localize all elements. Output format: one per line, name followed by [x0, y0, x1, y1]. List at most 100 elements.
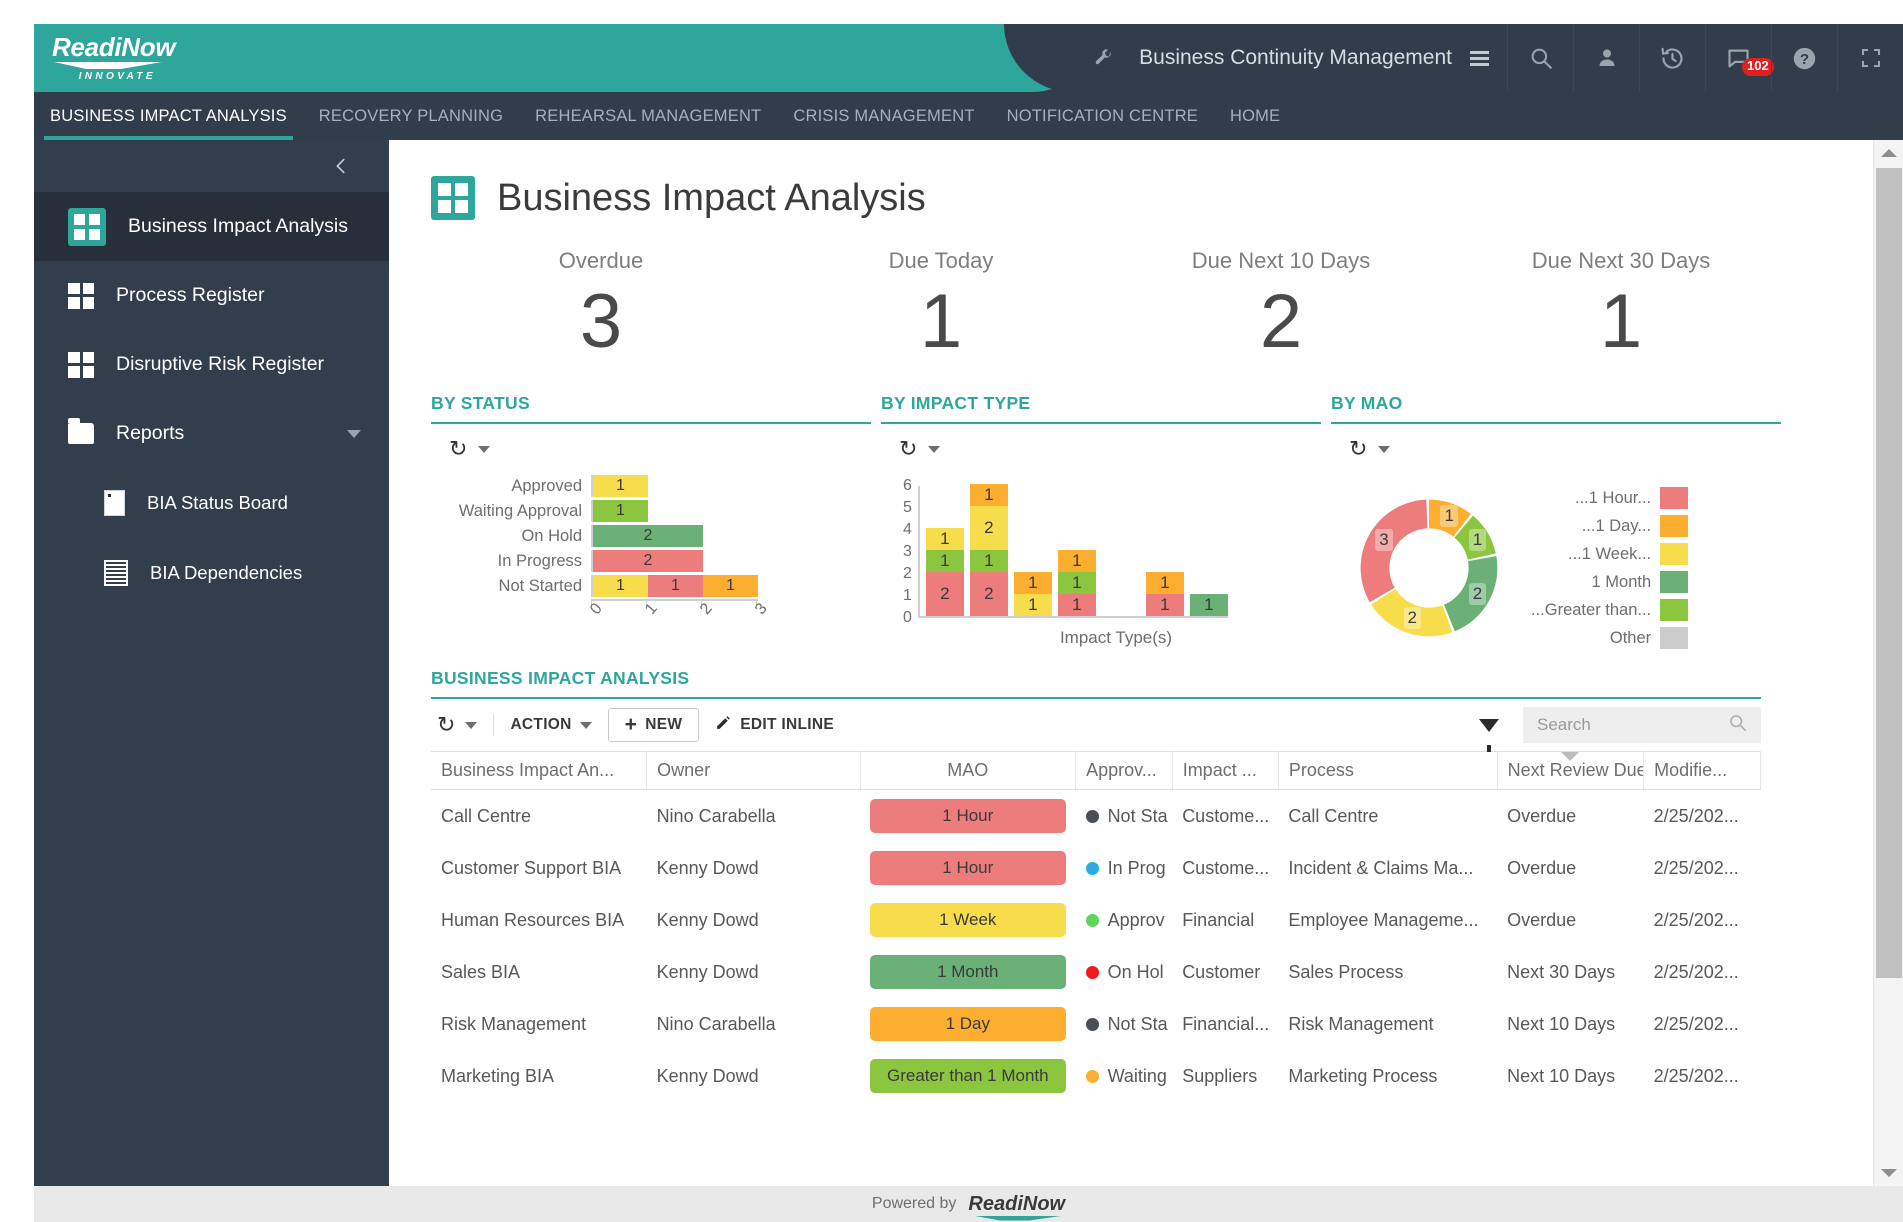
bar-segment[interactable]: 1 [925, 528, 964, 550]
nav-tab-notification-centre[interactable]: NOTIFICATION CENTRE [991, 92, 1214, 140]
nav-tab-crisis-management[interactable]: CRISIS MANAGEMENT [777, 92, 990, 140]
nav-tab-business-impact-analysis[interactable]: BUSINESS IMPACT ANALYSIS [34, 92, 303, 140]
edit-inline-button[interactable]: EDIT INLINE [699, 708, 850, 742]
bar-segment[interactable]: 2 [969, 506, 1008, 550]
table-refresh-control[interactable]: ↻ [437, 714, 495, 736]
readinow-logo[interactable]: ReadiNow INNOVATE [52, 34, 176, 82]
bar-segment[interactable]: 1 [1013, 594, 1052, 616]
legend-item[interactable]: 1 Month [1531, 571, 1689, 593]
kpi-due-today[interactable]: Due Today 1 [771, 248, 1111, 369]
kpi-due-next-30-days[interactable]: Due Next 30 Days 1 [1451, 248, 1791, 369]
application-title-menu[interactable]: Business Continuity Management [1135, 46, 1507, 70]
history-icon[interactable] [1639, 24, 1705, 92]
column-header-modified[interactable]: Modifie... [1643, 751, 1761, 790]
action-button[interactable]: ACTION [494, 708, 607, 742]
scroll-up-button[interactable] [1874, 140, 1903, 166]
fullscreen-icon[interactable] [1837, 24, 1903, 92]
column-header-mao[interactable]: MAO [860, 751, 1077, 790]
bar-segment[interactable]: 1 [1013, 572, 1052, 594]
bar-segment[interactable]: 1 [969, 484, 1008, 506]
chart-refresh-control-by-impact-type[interactable]: ↻ [881, 424, 1321, 460]
cell-modified: 2/25/202... [1653, 1065, 1739, 1086]
search-input-wrapper[interactable] [1523, 707, 1761, 743]
column-header-approval[interactable]: Approv... [1075, 751, 1173, 790]
donut-slice[interactable] [1360, 499, 1428, 603]
bar-segment[interactable]: 1 [1057, 594, 1096, 616]
help-icon[interactable]: ? [1771, 24, 1837, 92]
bar-segment[interactable]: 1 [703, 575, 758, 597]
wrench-icon[interactable] [1073, 24, 1135, 92]
bar-segment[interactable]: 1 [1057, 572, 1096, 594]
nav-tab-home[interactable]: HOME [1214, 92, 1296, 140]
sidebar-item-bia-dependencies[interactable]: BIA Dependencies [34, 538, 389, 608]
kpi-due-next-10-days[interactable]: Due Next 10 Days 2 [1111, 248, 1451, 369]
scrollbar-thumb[interactable] [1876, 168, 1902, 978]
chevron-down-icon[interactable] [1378, 445, 1391, 453]
sidebar-item-process-register[interactable]: Process Register [34, 261, 389, 330]
sidebar-item-bia-status-board[interactable]: BIA Status Board [34, 468, 389, 538]
bar-segment[interactable]: 1 [969, 550, 1008, 572]
table-row[interactable]: Human Resources BIA Kenny Dowd 1 Week Appro… [431, 894, 1761, 946]
table-row[interactable]: Risk Management Nino Carabella 1 Day Not St… [431, 998, 1761, 1050]
chart-refresh-control-by-status[interactable]: ↻ [431, 424, 871, 460]
x-axis-tick-labels: 0 1 2 3 [587, 600, 871, 641]
filter-icon[interactable] [1479, 718, 1499, 752]
column-header-process[interactable]: Process [1278, 751, 1498, 790]
bar-segment[interactable]: 1 [1145, 594, 1184, 616]
column-header-name[interactable]: Business Impact An... [431, 751, 648, 790]
bar-segment[interactable]: 2 [593, 525, 703, 547]
sidebar-item-disruptive-risk-register[interactable]: Disruptive Risk Register [34, 330, 389, 399]
sidebar-item-business-impact-analysis[interactable]: Business Impact Analysis [34, 192, 389, 261]
chevron-down-icon[interactable] [579, 721, 592, 729]
cell-approval: Not Sta [1076, 998, 1173, 1050]
nav-tab-recovery-planning[interactable]: RECOVERY PLANNING [303, 92, 519, 140]
column-header-next-review-due[interactable]: Next Review Due [1497, 751, 1645, 790]
refresh-icon[interactable]: ↻ [899, 438, 917, 460]
legend-item[interactable]: ...Greater than... [1531, 599, 1689, 621]
table-row[interactable]: Customer Support BIA Kenny Dowd 1 Hour In P… [431, 842, 1761, 894]
chevron-down-icon[interactable] [465, 721, 478, 729]
legend-item[interactable]: ...1 Day... [1531, 515, 1689, 537]
bar-segment[interactable]: 1 [593, 500, 648, 522]
hamburger-icon[interactable] [1470, 50, 1489, 66]
bar-segment[interactable]: 1 [925, 550, 964, 572]
bar-segment[interactable]: 2 [925, 572, 964, 616]
refresh-icon[interactable]: ↻ [449, 438, 467, 460]
kpi-overdue[interactable]: Overdue 3 [431, 248, 771, 369]
chevron-down-icon[interactable] [928, 445, 941, 453]
chevron-left-icon[interactable] [315, 140, 367, 192]
refresh-icon[interactable]: ↻ [1349, 438, 1367, 460]
bar-segment[interactable]: 2 [969, 572, 1008, 616]
scroll-down-button[interactable] [1874, 1160, 1903, 1186]
chart-refresh-control-by-mao[interactable]: ↻ [1331, 424, 1781, 460]
sidebar-item-reports[interactable]: Reports [34, 399, 389, 468]
donut-graphic[interactable]: 11 2 2 3 [1339, 478, 1519, 658]
legend-item[interactable]: ...1 Hour... [1531, 487, 1689, 509]
vertical-scrollbar[interactable] [1873, 140, 1903, 1186]
new-button[interactable]: + NEW [607, 708, 700, 742]
user-icon[interactable] [1573, 24, 1639, 92]
bar-segment[interactable]: 1 [1189, 594, 1228, 616]
status-dot-icon [1085, 965, 1099, 979]
bar-segment[interactable]: 1 [593, 575, 648, 597]
messages-icon[interactable]: 102 [1705, 24, 1774, 92]
bar-segment[interactable]: 2 [593, 550, 703, 572]
search-icon[interactable] [1727, 712, 1748, 738]
chevron-down-icon[interactable] [478, 445, 491, 453]
column-header-owner[interactable]: Owner [646, 751, 861, 790]
legend-item[interactable]: Other [1531, 627, 1689, 649]
table-row[interactable]: Marketing BIA Kenny Dowd Greater than 1 Mo… [431, 1050, 1761, 1102]
search-input[interactable] [1537, 715, 1727, 735]
legend-item[interactable]: ...1 Week... [1531, 543, 1689, 565]
bar-segment[interactable]: 1 [1057, 550, 1096, 572]
nav-tab-rehearsal-management[interactable]: REHEARSAL MANAGEMENT [519, 92, 777, 140]
table-row[interactable]: Sales BIA Kenny Dowd 1 Month On Hol Customer… [431, 946, 1761, 998]
bar-segment[interactable]: 1 [1145, 572, 1184, 594]
table-row[interactable]: Call Centre Nino Carabella 1 Hour Not Sta Cu… [431, 790, 1761, 843]
chevron-down-icon[interactable] [347, 429, 361, 438]
refresh-icon[interactable]: ↻ [437, 714, 455, 736]
column-header-impact[interactable]: Impact ... [1172, 751, 1279, 790]
bar-segment[interactable]: 1 [593, 475, 648, 497]
bar-segment[interactable]: 1 [648, 575, 703, 597]
search-icon[interactable] [1507, 24, 1573, 92]
